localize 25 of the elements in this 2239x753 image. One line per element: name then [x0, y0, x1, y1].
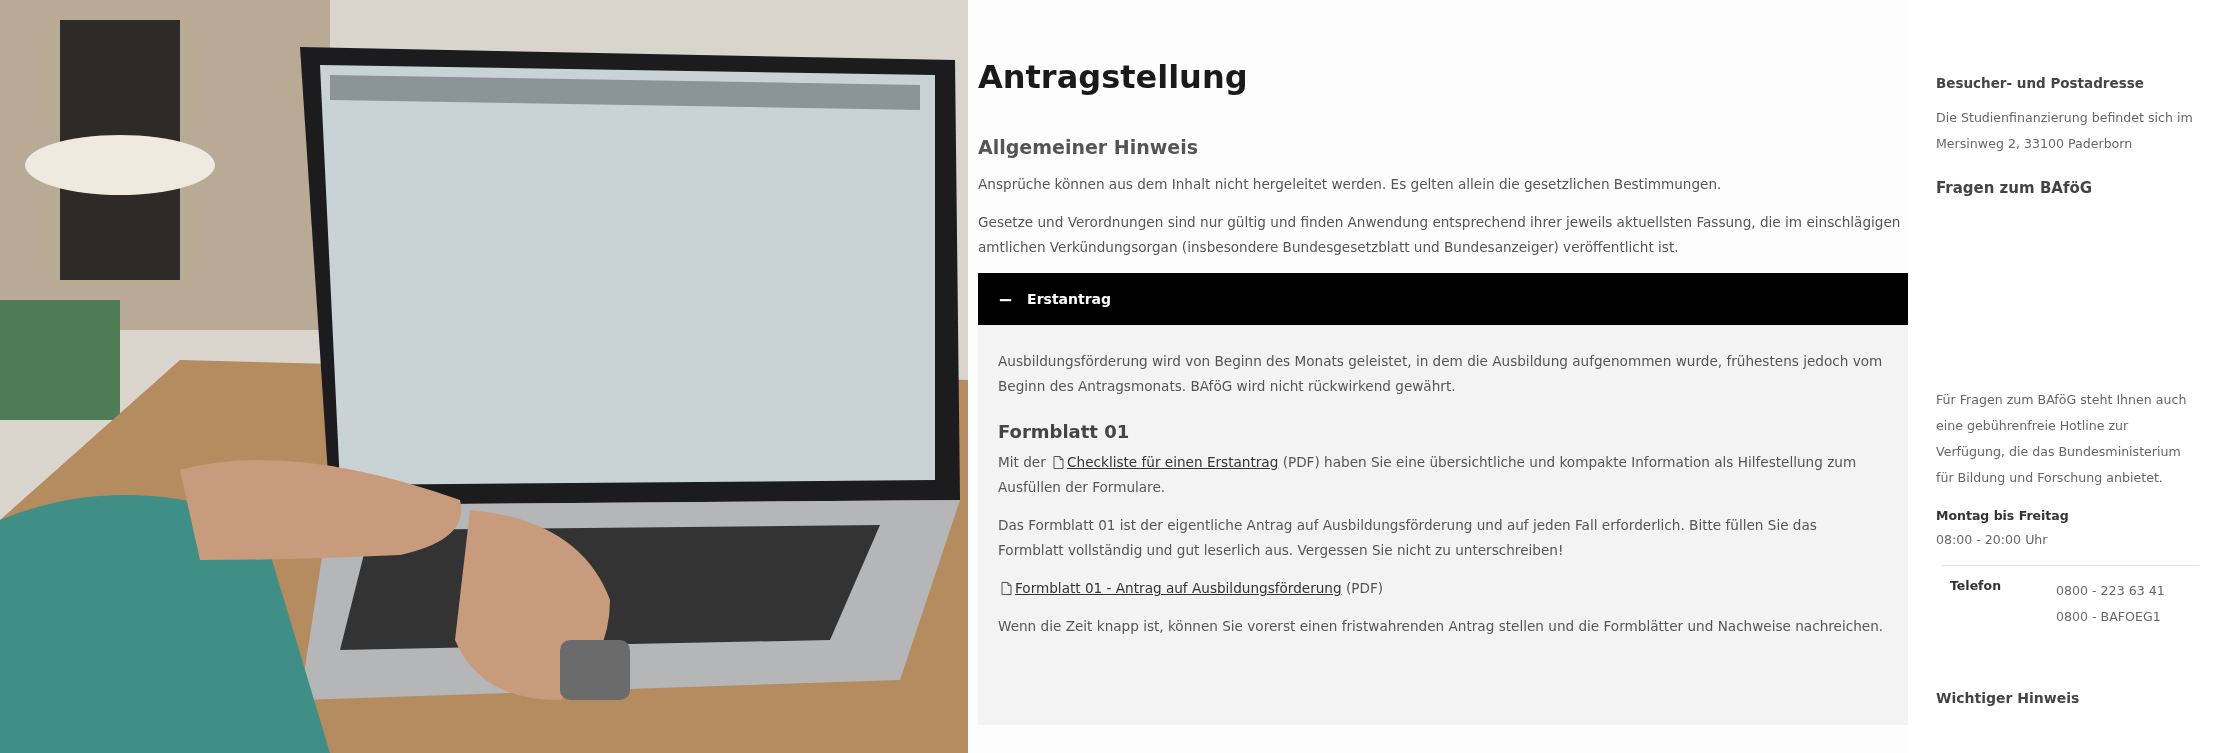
- hotline-text: Für Fragen zum BAföG steht Ihnen auch eine gebührenfreie Hotline zur Verfügung, die das Bundesministerium für Bildung und Forschung anbietet.: [1936, 391, 2188, 487]
- pdf-link[interactable]: Formblatt 01 - Antrag auf Ausbildungsförderung: [1015, 580, 1342, 596]
- paragraph: Wenn die Zeit knapp ist, können Sie vorerst einen fristwahrenden Antrag stellen und die Formblätter und Nachweise nachreichen.: [998, 617, 1885, 636]
- paragraph: Gesetze und Verordnungen sind nur gültig und finden Anwendung entsprechend ihrer jeweils aktuellsten Fassung, die im einschlägigen amtlichen Verkündungsorgan (insbesondere Bundesgesetzblatt und Bundesanzeiger) veröffentlicht ist.: [978, 213, 1902, 257]
- section-heading: Formblatt 01: [998, 421, 1131, 442]
- phone-number: 0800 - 223 63 41: [2056, 582, 2166, 600]
- paragraph: Ansprüche können aus dem Inhalt nicht hergeleitet werden. Es gelten allein die gesetzlichen Bestimmungen.: [978, 175, 1723, 194]
- phone-label: Telefon: [1950, 578, 2003, 595]
- paragraph: Mit der Checkliste für einen Erstantrag (PDF) haben Sie eine übersichtliche und kompakte Information als Hilfestellung zum Ausfüllen der Formulare.: [998, 453, 1858, 497]
- hours-text: 08:00 - 20:00 Uhr: [1936, 531, 2049, 549]
- document-icon: [1001, 582, 1012, 595]
- paragraph: Formblatt 01 - Antrag auf Ausbildungsförderung (PDF): [998, 576, 1886, 601]
- page-title: Antragstellung: [978, 58, 1249, 96]
- section-heading: Allgemeiner Hinweis: [978, 136, 1199, 158]
- document-icon: [1053, 456, 1065, 469]
- hours-label: Montag bis Freitag: [1936, 507, 2070, 525]
- phone-number: 0800 - BAFOEG1: [2056, 608, 2162, 626]
- sidebar-heading: Besucher- und Postadresse: [1936, 75, 2145, 91]
- accordion-header[interactable]: − Erstantrag: [978, 273, 1908, 325]
- address-text: Die Studienfinanzierung befindet sich im Mersinweg 2, 33100 Paderborn: [1936, 109, 2194, 153]
- sidebar-heading: Wichtiger Hinweis: [1936, 690, 2081, 706]
- pdf-link[interactable]: Checkliste für einen Erstantrag: [1067, 454, 1279, 470]
- sidebar-heading: Fragen zum BAföG: [1936, 179, 2094, 197]
- paragraph: Das Formblatt 01 ist der eigentliche Antrag auf Ausbildungsförderung und auf jeden Fall erforderlich. Bitte füllen Sie das Formblatt vollständig und gut leserlich aus. Vergessen Sie nicht zu unterschreiben!: [998, 516, 1818, 560]
- paragraph: Ausbildungsförderung wird von Beginn des Monats geleistet, in dem die Ausbildung aufgenommen wurde, frühestens jedoch vom Beginn des Antragsmonats. BAföG wird nicht rückwirkend gewährt.: [998, 352, 1884, 396]
